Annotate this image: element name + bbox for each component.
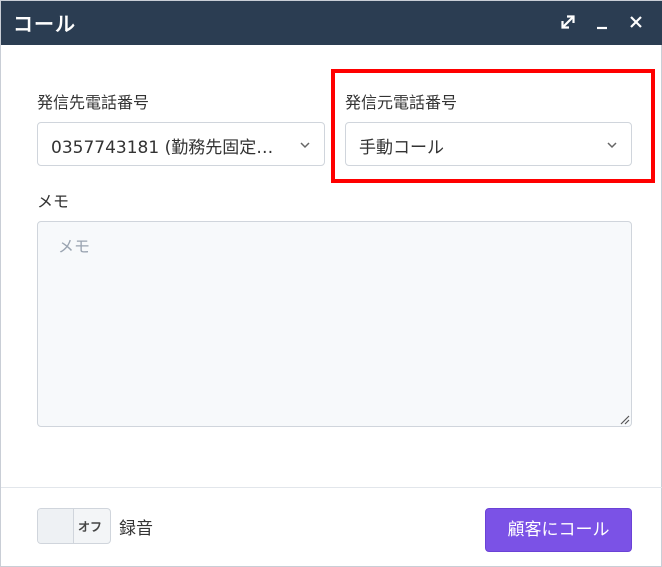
chevron-down-icon bbox=[605, 138, 619, 152]
memo-label: メモ bbox=[37, 192, 70, 211]
toggle-state-text: オフ bbox=[78, 520, 103, 534]
recording-label: 録音 bbox=[119, 519, 153, 539]
source-phone-label: 発信元電話番号 bbox=[345, 93, 458, 112]
recording-toggle[interactable]: オフ bbox=[37, 508, 111, 544]
source-phone-value: 手動コール bbox=[359, 138, 444, 158]
destination-phone-select[interactable]: 0357743181 (勤務先固定… bbox=[37, 122, 325, 166]
minimize-icon[interactable] bbox=[589, 9, 615, 35]
call-dialog: コール 発信先電話番号 0357743181 (勤務先固定… 発信元電話番号 手… bbox=[0, 0, 662, 567]
call-customer-button[interactable]: 顧客にコール bbox=[485, 508, 632, 552]
toggle-knob bbox=[38, 509, 74, 543]
expand-icon[interactable] bbox=[555, 9, 581, 35]
resize-grip-icon[interactable] bbox=[618, 413, 630, 425]
close-icon[interactable] bbox=[623, 9, 649, 35]
destination-phone-label: 発信先電話番号 bbox=[37, 93, 150, 112]
chevron-down-icon bbox=[298, 138, 312, 152]
memo-textarea[interactable] bbox=[37, 221, 632, 427]
source-phone-select[interactable]: 手動コール bbox=[345, 122, 632, 166]
title-bar: コール bbox=[1, 1, 662, 45]
destination-phone-value: 0357743181 (勤務先固定… bbox=[51, 138, 274, 158]
dialog-title: コール bbox=[13, 12, 76, 36]
footer-divider bbox=[1, 487, 662, 488]
